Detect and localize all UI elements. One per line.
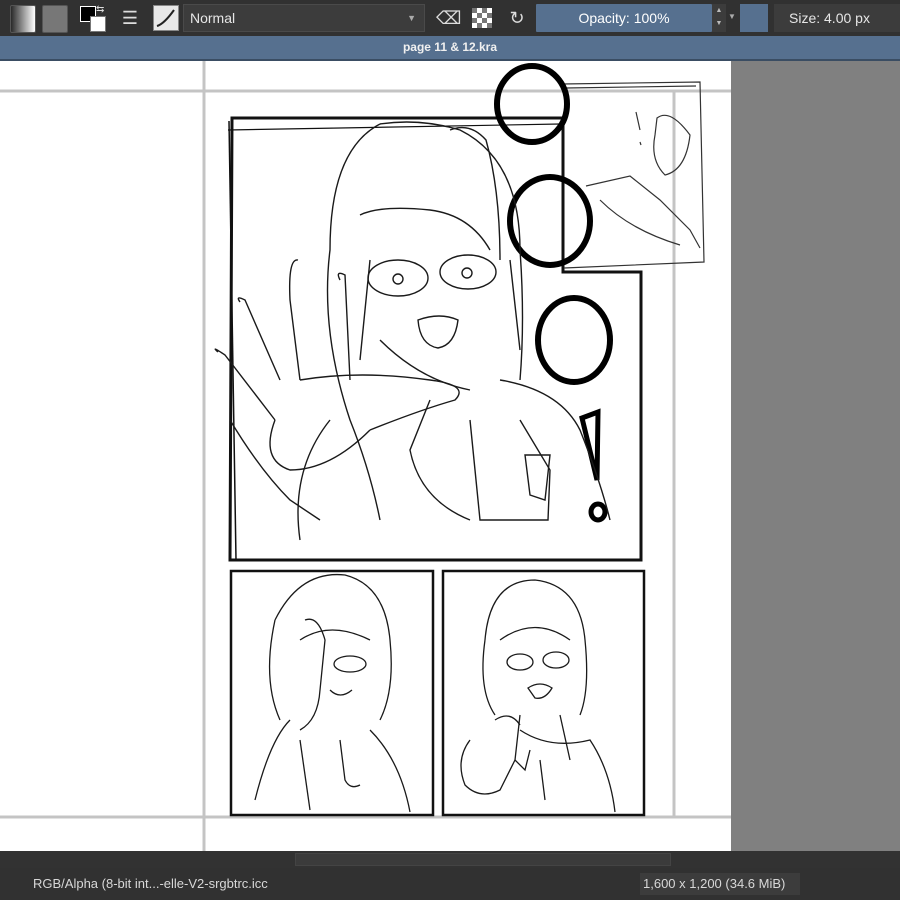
pattern-icon[interactable] xyxy=(42,5,68,33)
brush-size-slider[interactable]: Size: 4.00 px xyxy=(774,4,900,32)
color-swatch[interactable] xyxy=(740,4,768,32)
brush-preset-icon[interactable] xyxy=(153,5,179,31)
gradient-icon[interactable] xyxy=(10,5,36,33)
scrollbar-thumb[interactable] xyxy=(295,853,671,866)
chevron-down-icon: ▼ xyxy=(407,13,416,23)
sketch-artwork: ! xyxy=(0,61,731,851)
reload-preset-icon[interactable]: ↻ xyxy=(505,6,529,30)
image-dimensions[interactable]: 1,600 x 1,200 (34.6 MiB) xyxy=(640,873,800,895)
chevron-down-icon[interactable]: ▼ xyxy=(728,12,736,21)
document-tab[interactable]: page 11 & 12.kra xyxy=(0,36,900,61)
status-bar: RGB/Alpha (8-bit int...-elle-V2-srgbtrc.… xyxy=(0,868,900,900)
document-title: page 11 & 12.kra xyxy=(402,40,498,54)
canvas-background xyxy=(731,61,900,851)
color-profile-label[interactable]: RGB/Alpha (8-bit int...-elle-V2-srgbtrc.… xyxy=(33,868,268,900)
opacity-slider[interactable]: Opacity: 100% xyxy=(536,4,712,32)
tool-options-bar: ⇆ ☰ Normal ▼ ⌫ ↻ Opacity: 100% ▲ ▼ ▼ Size… xyxy=(0,0,900,36)
brush-settings-icon[interactable]: ☰ xyxy=(118,6,142,30)
horizontal-scrollbar[interactable] xyxy=(0,851,900,868)
fg-bg-color-icon[interactable]: ⇆ xyxy=(78,4,108,32)
canvas[interactable]: ! xyxy=(0,61,731,851)
eraser-icon[interactable]: ⌫ xyxy=(436,6,461,30)
blend-mode-select[interactable]: Normal ▼ xyxy=(183,4,425,32)
blend-mode-label: Normal xyxy=(190,10,236,26)
alpha-lock-icon[interactable] xyxy=(472,8,492,28)
opacity-spin-buttons[interactable]: ▲ ▼ xyxy=(712,4,726,32)
